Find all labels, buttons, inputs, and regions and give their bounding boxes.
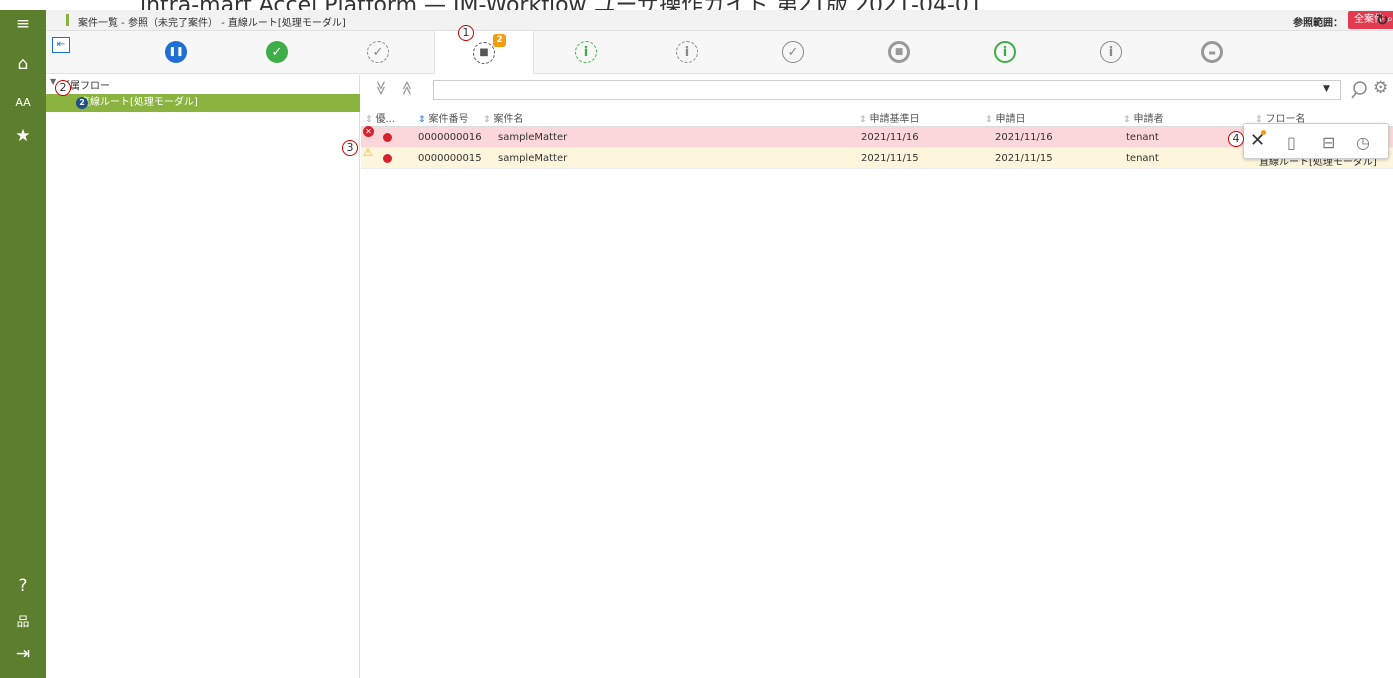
check-dashed-icon: ✓ <box>367 41 389 63</box>
column-applicant[interactable]: ⇕ 申請者 <box>1123 110 1164 125</box>
flow-count-icon: 2 <box>76 97 88 109</box>
info-dashed-gray-icon: i <box>676 41 698 63</box>
search-icon[interactable] <box>1351 80 1371 100</box>
tab-status-check-outline[interactable]: ✓ <box>743 31 843 73</box>
row-action-popup: ✕ ▯ ⊟ ◷ <box>1243 123 1389 159</box>
column-matter-name[interactable]: ⇕ 案件名 <box>483 110 524 125</box>
info-dashed-green-icon: i <box>575 41 597 63</box>
warning-icon: ⚠ <box>363 146 373 159</box>
sort-icon: ⇕ <box>985 115 993 125</box>
title-flag <box>66 14 69 26</box>
menu-icon[interactable]: ≡ <box>0 10 46 38</box>
tab-status-info-gray[interactable]: i <box>1061 31 1161 73</box>
base-date: 2021/11/15 <box>861 153 919 164</box>
check-filled-icon: ✓ <box>266 41 288 63</box>
tab-status-check-dashed[interactable]: ✓ <box>328 31 428 73</box>
column-priority[interactable]: ⇕ 優... <box>365 110 395 125</box>
chevron-down-icon[interactable]: ▼ <box>1323 84 1330 94</box>
pause-icon: ❚❚ <box>165 41 187 63</box>
tab-status-pause[interactable]: ❚❚ <box>126 31 226 73</box>
priority-dot <box>383 133 392 142</box>
matter-number: 0000000016 <box>418 132 482 143</box>
scope-label: 参照範囲： <box>1293 18 1343 29</box>
tab-badge-count: 2 <box>493 34 506 47</box>
tab-status-info-green[interactable]: i <box>955 31 1055 73</box>
route-map-icon[interactable]: ⊟ <box>1322 133 1335 152</box>
apply-date: 2021/11/15 <box>995 153 1053 164</box>
sort-icon: ⇕ <box>418 115 426 125</box>
base-date: 2021/11/16 <box>861 132 919 143</box>
callout-1: 1 <box>458 25 474 41</box>
flow-tree-item[interactable]: 2 直線ルート[処理モーダル] <box>46 94 360 112</box>
tab-status-info-dashed-gray[interactable]: i <box>637 31 737 73</box>
applicant: tenant <box>1126 153 1159 164</box>
sort-icon: ⇕ <box>1123 115 1131 125</box>
font-size-icon[interactable]: AA <box>0 88 46 116</box>
error-icon: ✕ <box>363 126 374 137</box>
refresh-icon[interactable]: ↻ <box>1376 11 1389 29</box>
matter-name: sampleMatter <box>498 132 568 143</box>
document-icon[interactable]: ▯ <box>1287 133 1296 152</box>
sort-icon: ⇕ <box>365 115 373 125</box>
collapse-panel-icon[interactable]: ⇤ <box>52 37 70 53</box>
callout-3: 3 <box>342 140 358 156</box>
page-title: 案件一覧 - 参照（未完了案件） - 直線ルート[処理モーダル] <box>78 18 346 29</box>
stop-ring-icon: ■ <box>888 41 910 63</box>
matter-name: sampleMatter <box>498 153 568 164</box>
title-bar: 案件一覧 - 参照（未完了案件） - 直線ルート[処理モーダル] 参照範囲： 全… <box>46 10 1393 31</box>
help-icon[interactable]: ? <box>0 572 46 600</box>
left-nav: ≡ ⌂ AA ★ ? 品 ⇥ <box>0 10 46 678</box>
tab-status-info-dashed-green[interactable]: i <box>536 31 636 73</box>
column-apply-date[interactable]: ⇕ 申請日 <box>985 110 1026 125</box>
apply-date: 2021/11/16 <box>995 132 1053 143</box>
notification-dot <box>1261 130 1266 135</box>
callout-4: 4 <box>1228 131 1244 147</box>
gear-icon[interactable]: ⚙ <box>1373 78 1388 98</box>
logout-icon[interactable]: ⇥ <box>0 640 46 668</box>
home-icon[interactable]: ⌂ <box>0 50 46 78</box>
applicant: tenant <box>1126 132 1159 143</box>
tab-status-active[interactable]: ■ 2 <box>434 31 534 74</box>
search-input[interactable] <box>433 80 1341 100</box>
tab-status-folder-ring[interactable]: ▬ <box>1162 31 1262 73</box>
table-header: ⇕ 優... ⇕ 案件番号 ⇕ 案件名 ⇕ 申請基準日 ⇕ 申請日 ⇕ 申請者 ⇕ フロー名 <box>361 106 1393 127</box>
info-gray-icon: i <box>1100 41 1122 63</box>
history-clock-icon[interactable]: ◷ <box>1356 133 1370 152</box>
tab-status-complete[interactable]: ✓ <box>227 31 327 73</box>
matter-number: 0000000015 <box>418 153 482 164</box>
favorite-star-icon[interactable]: ★ <box>0 122 46 150</box>
tab-status-stop-ring[interactable]: ■ <box>849 31 949 73</box>
collapse-all-icon[interactable]: ≪ <box>398 81 414 96</box>
status-tabs: ⇤ ❚❚ ✓ ✓ ■ 2 i i ✓ ■ i i ▬ <box>46 31 1393 74</box>
column-base-date[interactable]: ⇕ 申請基準日 <box>859 110 920 125</box>
info-green-icon: i <box>994 41 1016 63</box>
document-header-text: intra-mart Accel Platform — IM-Workflow … <box>140 0 983 10</box>
document-header: intra-mart Accel Platform — IM-Workflow … <box>0 0 1393 10</box>
sort-icon: ⇕ <box>483 115 491 125</box>
callout-2: 2 <box>55 80 71 96</box>
sitemap-icon[interactable]: 品 <box>0 606 46 634</box>
table-row[interactable]: ⚠ 0000000015 sampleMatter 2021/11/15 202… <box>361 146 1393 169</box>
priority-dot <box>383 154 392 163</box>
check-outline-icon: ✓ <box>782 41 804 63</box>
column-matter-number[interactable]: ⇕ 案件番号 <box>418 110 469 125</box>
list-toolbar: ≫ ≪ ▼ ⚙ <box>361 75 1393 105</box>
flow-tree-panel: ▼ 所属フロー 2 直線ルート[処理モーダル] <box>46 75 360 678</box>
sort-icon: ⇕ <box>859 115 867 125</box>
stop-dashed-icon: ■ <box>473 41 495 64</box>
expand-all-icon[interactable]: ≫ <box>372 81 388 96</box>
flow-tree-item-label: 直線ルート[処理モーダル] <box>80 97 198 108</box>
folder-ring-icon: ▬ <box>1201 41 1223 63</box>
